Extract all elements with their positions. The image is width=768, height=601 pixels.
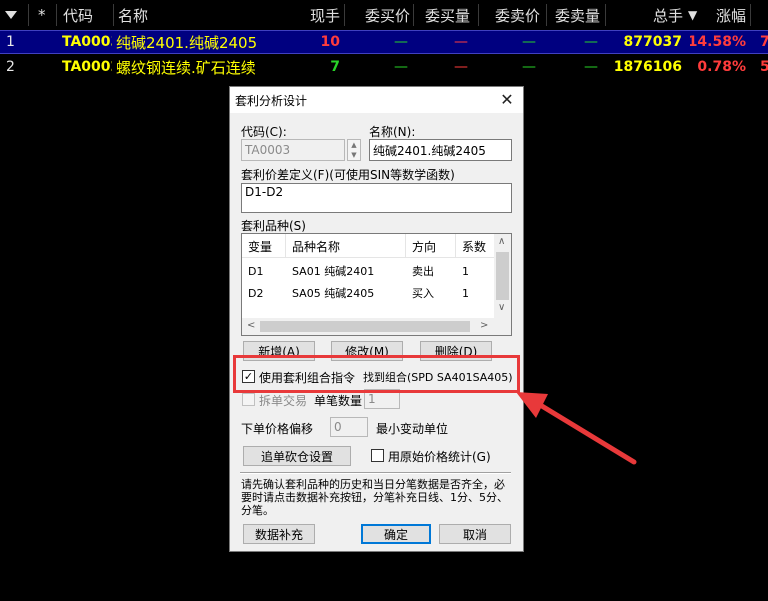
raw-price-label[interactable]: 用原始价格统计(G) [388,448,491,465]
data-note: 请先确认套利品种的历史和当日分笔数据是否齐全，必要时请点击数据补充按钮，分笔补充… [241,478,508,517]
header-ask-qty[interactable]: 委卖量 [546,0,600,30]
col-variable[interactable]: 变量 [242,234,286,258]
header-bid-qty[interactable]: 委买量 [416,0,470,30]
header-last[interactable]: 现手 [276,0,340,30]
leg-var: D1 [248,264,264,278]
cancel-button[interactable]: 取消 [439,524,511,544]
legs-label: 套利品种(S) [241,219,306,233]
row-ask-qty: — [584,59,598,75]
name-field[interactable]: 纯碱2401.纯碱2405 [369,139,512,161]
row-index: 2 [6,59,15,75]
leg-direction: 买入 [412,287,434,300]
close-icon[interactable]: ✕ [497,89,517,109]
header-star: * [38,6,46,24]
header-ask-price[interactable]: 委卖价 [486,0,540,30]
col-direction[interactable]: 方向 [406,234,456,258]
chase-cut-settings-button[interactable]: 追单砍仓设置 [243,446,351,466]
header-bid-price[interactable]: 委买价 [348,0,410,30]
code-field: TA0003 [241,139,345,161]
row-ask-price: — [522,34,536,50]
legs-list-header: 变量 品种名称 方向 系数 [242,234,511,258]
row-change: 0.78% [697,59,746,75]
list-item[interactable]: D2 SA05 纯碱2405 买入 1 [242,282,511,304]
legs-list[interactable]: 变量 品种名称 方向 系数 D1 SA01 纯碱2401 卖出 1 D2 SA0… [241,233,512,336]
raw-price-checkbox[interactable] [371,449,384,462]
offset-label: 下单价格偏移 [241,422,314,436]
quote-table-header: * 代码 名称 现手 委买价 委买量 委卖价 委卖量 总手 ▼ 涨幅 [0,0,768,30]
ok-button[interactable]: 确定 [361,524,431,544]
legs-vertical-scrollbar[interactable]: ∧ ∨ [494,234,511,318]
formula-label: 套利价差定义(F)(可使用SIN等数学函数) [241,168,455,182]
row-total: 1876106 [613,59,682,75]
leg-direction: 卖出 [412,265,434,278]
legs-horizontal-scrollbar[interactable]: < > [242,318,511,335]
data-supplement-button[interactable]: 数据补充 [243,524,315,544]
row-index: 1 [6,34,15,50]
table-row[interactable]: 1 TA0003 纯碱2401.纯碱2405 10 — — — — 877037… [0,30,768,54]
name-label: 名称(N): [369,125,416,139]
code-spinner[interactable]: ▲ ▼ [347,139,361,161]
row-bid-price: — [394,34,408,50]
qty-label: 单笔数量 [314,394,363,408]
annotation-arrow-icon [516,392,637,465]
leg-var: D2 [248,286,264,300]
leg-coef: 1 [462,286,469,300]
separator-highlight [240,473,511,474]
header-change[interactable]: 涨幅 [700,0,746,30]
spin-up-icon[interactable]: ▲ [348,140,360,150]
list-item[interactable]: D1 SA01 纯碱2401 卖出 1 [242,260,511,282]
split-order-checkbox [242,393,255,406]
row-extra: 7 [760,34,768,50]
scroll-right-icon[interactable]: > [480,320,488,331]
scroll-left-icon[interactable]: < [247,320,255,331]
row-change: 14.58% [690,34,746,50]
table-row[interactable]: 2 TA0002 螺纹钢连续.矿石连续 7 — — — — 1876106 0.… [0,55,768,79]
annotation-highlight-box [233,355,520,393]
split-order-label: 拆单交易 [259,394,308,408]
row-name: 螺纹钢连续.矿石连续 [116,58,256,77]
row-ask-price: — [522,59,536,75]
header-code[interactable]: 代码 [63,0,113,30]
arbitrage-design-dialog: 套利分析设计 ✕ 代码(C): TA0003 ▲ ▼ 名称(N): 纯碱2401… [229,86,524,552]
spin-down-icon[interactable]: ▼ [348,150,360,160]
row-bid-price: — [394,59,408,75]
horizontal-scroll-thumb[interactable] [260,321,470,332]
row-code: TA0002 [62,59,112,75]
row-last: 7 [330,59,340,75]
offset-field[interactable]: 0 [330,417,368,437]
scroll-up-icon[interactable]: ∧ [498,236,505,247]
row-code: TA0003 [62,34,112,50]
row-bid-qty: — [454,59,468,75]
row-extra: 5 [760,59,768,75]
leg-coef: 1 [462,264,469,278]
col-coefficient[interactable]: 系数 [456,234,496,258]
dialog-titlebar[interactable]: 套利分析设计 ✕ [230,87,523,113]
scroll-down-icon[interactable]: ∨ [498,302,505,313]
formula-field[interactable]: D1-D2 [241,183,512,213]
leg-instrument: SA05 纯碱2405 [292,287,375,300]
col-instrument[interactable]: 品种名称 [286,234,406,258]
row-last: 10 [320,34,340,50]
triangle-down-icon[interactable] [4,0,18,30]
dialog-title: 套利分析设计 [235,94,308,108]
leg-instrument: SA01 纯碱2401 [292,265,375,278]
tick-unit-label: 最小变动单位 [376,422,449,436]
code-label: 代码(C): [241,125,287,139]
header-name[interactable]: 名称 [118,0,218,30]
row-ask-qty: — [584,34,598,50]
row-name: 纯碱2401.纯碱2405 [116,33,258,52]
row-total: 877037 [623,34,682,50]
vertical-scroll-thumb[interactable] [496,252,509,300]
row-bid-qty: — [454,34,468,50]
header-total[interactable]: 总手 [625,0,683,30]
